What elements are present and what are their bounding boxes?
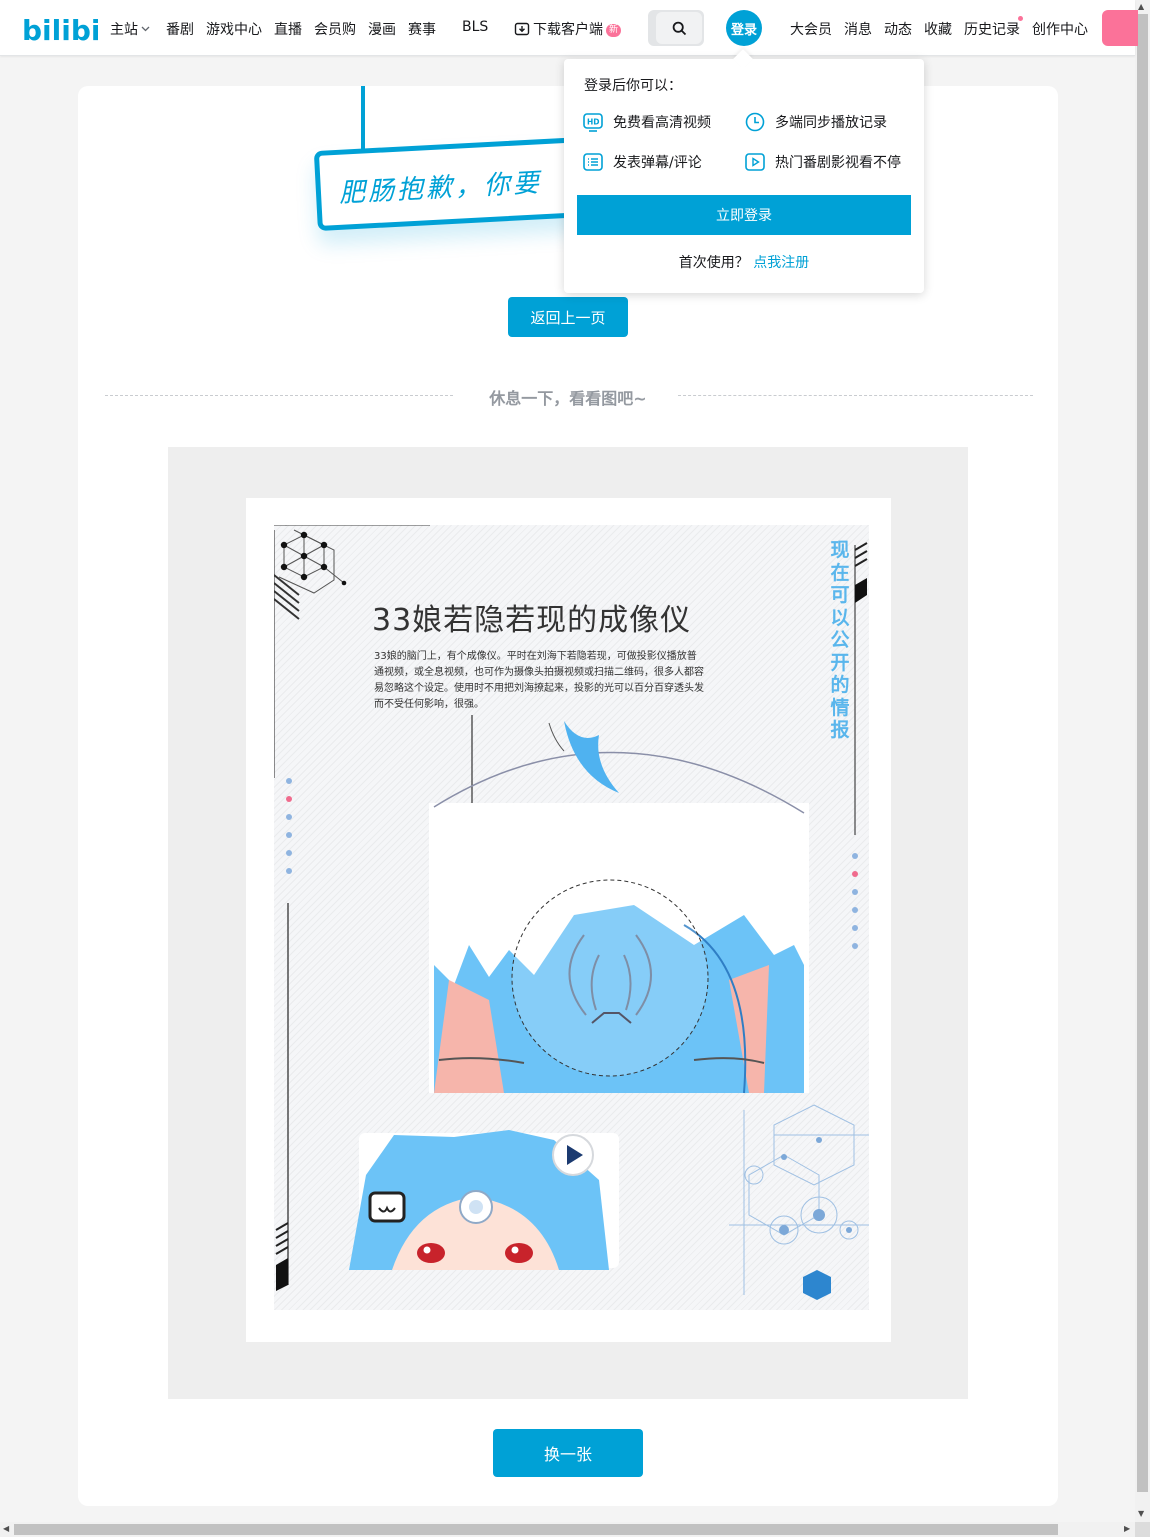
nav-messages[interactable]: 消息 bbox=[844, 19, 872, 39]
register-prompt: 首次使用？ 点我注册 bbox=[564, 252, 924, 272]
scroll-down-arrow-icon[interactable]: ▼ bbox=[1138, 1510, 1144, 1518]
nav-mall[interactable]: 会员购 bbox=[314, 19, 356, 39]
play-icon bbox=[745, 153, 765, 171]
search-button[interactable] bbox=[656, 12, 702, 44]
picture-frame: 33娘若隐若现的成像仪 33娘的脑门上，有个成像仪。平时在刘海下若隐若现，可做投… bbox=[168, 447, 968, 1399]
nav-main-site[interactable]: 主站 bbox=[110, 19, 150, 39]
nav-esports[interactable]: 赛事 bbox=[408, 19, 436, 39]
nav-dynamics[interactable]: 动态 bbox=[884, 19, 912, 39]
history-notification-dot bbox=[1018, 16, 1023, 21]
svg-text:HD: HD bbox=[587, 118, 600, 127]
poster-side-text: 现在可以公开的情报 bbox=[830, 539, 850, 741]
benefit-sync: 多端同步播放记录 bbox=[744, 111, 887, 133]
error-card: 肥肠抱歉，你要 返回上一页 休息一下，看看图吧~ 33娘若隐若现的成像仪 33娘… bbox=[78, 86, 1058, 1506]
scroll-up-arrow-icon[interactable]: ▲ bbox=[1138, 3, 1144, 11]
sign-text: 肥肠抱歉，你要 bbox=[338, 168, 543, 209]
scrollbar-corner bbox=[1135, 1522, 1150, 1537]
new-badge: 新 bbox=[606, 24, 622, 37]
login-now-button[interactable]: 立即登录 bbox=[577, 195, 911, 235]
poster-canvas: 33娘若隐若现的成像仪 33娘的脑门上，有个成像仪。平时在刘海下若隐若现，可做投… bbox=[274, 525, 869, 1310]
chevron-down-icon bbox=[141, 26, 150, 32]
hd-icon: HD bbox=[583, 113, 603, 132]
nav-history[interactable]: 历史记录 bbox=[964, 19, 1020, 39]
danmaku-icon bbox=[583, 153, 603, 171]
download-icon bbox=[514, 22, 530, 36]
nav-live[interactable]: 直播 bbox=[274, 19, 302, 39]
nav-download-client[interactable]: 下载客户端新 bbox=[514, 19, 622, 39]
download-label: 下载客户端 bbox=[533, 22, 603, 38]
poster-artwork bbox=[274, 525, 869, 1300]
nav-bls[interactable]: BLS bbox=[462, 19, 488, 35]
upload-button[interactable] bbox=[1102, 10, 1138, 46]
poster-image: 33娘若隐若现的成像仪 33娘的脑门上，有个成像仪。平时在刘海下若隐若现，可做投… bbox=[246, 498, 891, 1342]
nav-big-vip[interactable]: 大会员 bbox=[790, 19, 832, 39]
poster-description: 33娘的脑门上，有个成像仪。平时在刘海下若隐若现，可做投影仪播放普通视频，或全息… bbox=[374, 651, 704, 710]
register-link[interactable]: 点我注册 bbox=[753, 255, 809, 271]
benefit-label: 免费看高清视频 bbox=[613, 115, 711, 131]
benefit-label: 热门番剧影视看不停 bbox=[775, 155, 901, 171]
change-picture-button[interactable]: 换一张 bbox=[493, 1429, 643, 1477]
divider-left bbox=[105, 395, 453, 396]
benefit-label: 发表弹幕/评论 bbox=[613, 155, 702, 171]
nav-favorites[interactable]: 收藏 bbox=[924, 19, 952, 39]
divider-text: 休息一下，看看图吧~ bbox=[489, 389, 647, 408]
svg-text:bilibili: bilibili bbox=[22, 14, 98, 46]
nav-creator-center[interactable]: 创作中心 bbox=[1032, 19, 1088, 39]
register-prompt-text: 首次使用？ bbox=[678, 255, 749, 271]
top-header: bilibili 主站 番剧 游戏中心 直播 会员购 漫画 赛事 BLS 下载客… bbox=[0, 0, 1138, 56]
login-avatar-button[interactable]: 登录 bbox=[726, 10, 762, 46]
nav-label: 主站 bbox=[110, 22, 138, 38]
back-button[interactable]: 返回上一页 bbox=[508, 297, 628, 337]
poster-title: 33娘若隐若现的成像仪 bbox=[372, 603, 692, 638]
clock-icon bbox=[745, 112, 765, 132]
benefit-hd: HD 免费看高清视频 bbox=[582, 111, 711, 133]
benefit-anime: 热门番剧影视看不停 bbox=[744, 151, 901, 173]
nav-anime[interactable]: 番剧 bbox=[166, 19, 194, 39]
scroll-left-arrow-icon[interactable]: ◀ bbox=[3, 1525, 9, 1533]
search-icon bbox=[672, 21, 686, 35]
login-popup: 登录后你可以： HD 免费看高清视频 多端同步播放记录 发表弹幕/评论 热门番剧… bbox=[564, 49, 924, 293]
benefit-danmaku: 发表弹幕/评论 bbox=[582, 151, 702, 173]
nav-game-center[interactable]: 游戏中心 bbox=[206, 19, 262, 39]
popup-title: 登录后你可以： bbox=[584, 78, 682, 94]
bilibili-logo[interactable]: bilibili bbox=[22, 10, 98, 46]
vertical-scrollbar-thumb[interactable] bbox=[1137, 14, 1148, 1492]
horizontal-scrollbar-thumb[interactable] bbox=[14, 1524, 1058, 1535]
search-box[interactable] bbox=[648, 10, 704, 46]
nav-manga[interactable]: 漫画 bbox=[368, 19, 396, 39]
benefit-label: 多端同步播放记录 bbox=[775, 115, 887, 131]
divider-right bbox=[678, 395, 1033, 396]
scroll-right-arrow-icon[interactable]: ▶ bbox=[1124, 1525, 1130, 1533]
